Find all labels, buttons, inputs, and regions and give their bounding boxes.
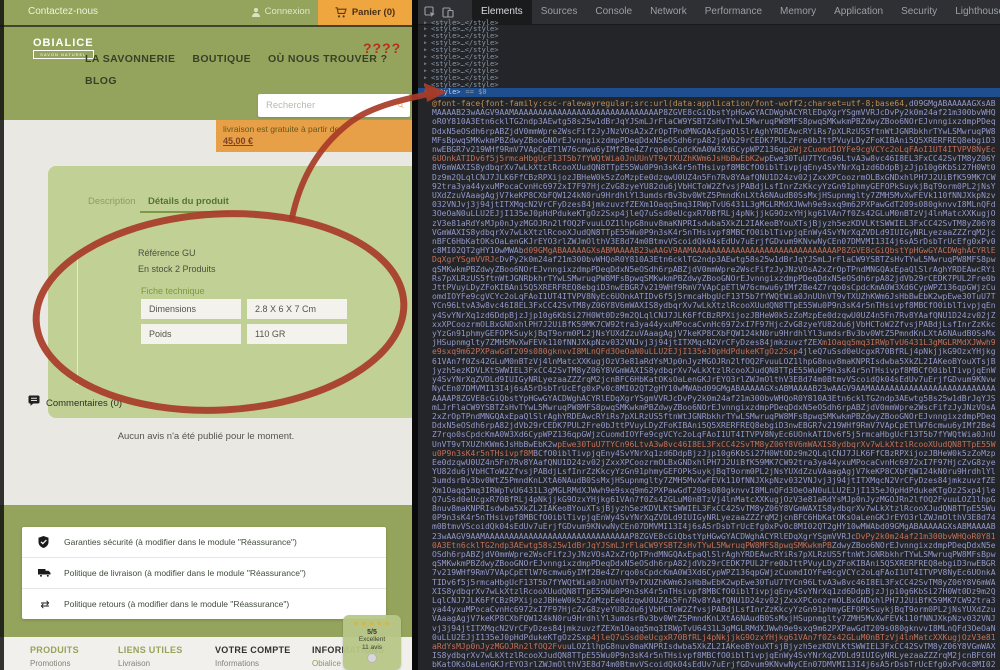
- login-label: Connexion: [264, 6, 310, 17]
- free-shipping-banner: livraison est gratuite à partir de 45,00…: [216, 120, 412, 152]
- footer-heading: LIENS UTILES: [118, 645, 183, 655]
- card-divider: [77, 255, 78, 385]
- search-box: [258, 94, 410, 117]
- shield-check-icon: [38, 536, 52, 548]
- footer-heading: VOTRE COMPTE: [215, 645, 291, 655]
- reassurance-label: Politique de livraison (à modifier dans …: [64, 568, 306, 578]
- datasheet-value: 110 GR: [247, 324, 347, 344]
- datasheet-title: Fiche technique: [141, 286, 205, 296]
- contact-link[interactable]: Contactez-nous: [28, 6, 98, 17]
- annotation-question-marks: ????: [363, 40, 402, 56]
- footer-link[interactable]: Informations: [215, 659, 291, 668]
- nav-item-blog[interactable]: BLOG: [85, 75, 117, 87]
- datasheet-label: Poids: [141, 324, 241, 344]
- banner-amount[interactable]: 45,00 €: [223, 136, 412, 146]
- footer-col-compte: VOTRE COMPTE Informations: [215, 645, 291, 668]
- dom-style-row[interactable]: ▶ <style>…</style>: [418, 67, 1000, 75]
- review-source-logo: [367, 653, 377, 663]
- search-icon[interactable]: [398, 99, 404, 112]
- star-rating-icon: ★★★★★: [352, 619, 392, 628]
- datasheet-value: 2.8 X 6 X 7 Cm: [247, 299, 347, 319]
- base64-blob: d09GMgABAAAAAGXsABMAAAAB23wAAGV9AAMAAAAA…: [432, 99, 996, 670]
- footer-link[interactable]: Livraison: [118, 659, 183, 668]
- truck-icon: [38, 568, 52, 578]
- return-arrows-icon: ⇄: [40, 598, 50, 611]
- dom-style-row[interactable]: ▶ <style>…</style>: [418, 81, 1000, 89]
- cart-icon: [335, 7, 347, 18]
- no-reviews-message: Aucun avis n'a été publié pour le moment…: [117, 431, 295, 442]
- tab-description[interactable]: Description: [88, 196, 136, 207]
- expand-arrow-icon[interactable]: ▼: [424, 88, 431, 97]
- dom-style-row[interactable]: ▶ <style>…</style>: [418, 47, 1000, 54]
- dollar-zero-marker: == $0: [465, 88, 487, 97]
- product-stock: En stock 2 Produits: [138, 264, 216, 274]
- footer-link[interactable]: Promotions: [30, 659, 79, 668]
- user-icon: [251, 7, 260, 17]
- reassurance-label: Garanties sécurité (à modifier dans le m…: [64, 537, 297, 547]
- footer-heading: PRODUITS: [30, 645, 79, 655]
- datasheet-label: Dimensions: [141, 299, 241, 319]
- banner-text: livraison est gratuite à partir de: [223, 124, 340, 134]
- dom-style-row[interactable]: ▶ <style>…</style>: [418, 60, 1000, 68]
- reviews-rating-widget[interactable]: ★★★★★ 5/5 Excellent 11 avis: [343, 615, 401, 670]
- login-link[interactable]: Connexion: [251, 6, 310, 17]
- reassurance-label: Politique retours (à modifier dans le mo…: [64, 599, 290, 609]
- active-tab-underline: [140, 211, 230, 213]
- tab-product-details[interactable]: Détails du produit: [148, 196, 229, 207]
- site-topbar: Contactez-nous Connexion Panier (0): [0, 0, 412, 27]
- main-nav: LA SAVONNERIE BOUTIQUE OÙ NOUS TROUVER ?: [85, 53, 387, 65]
- dom-tree: ▶ <style>…</style> ▶ <style>…</style> ▶ <styl…: [418, 19, 1000, 98]
- dom-collapsed-rows: ▶ <style>…</style> ▶ <style>…</style> ▶ <styl…: [418, 19, 1000, 89]
- search-input[interactable]: [258, 100, 398, 111]
- reassurance-row: ⇄ Politique retours (à modifier dans le …: [22, 589, 386, 619]
- dom-style-row[interactable]: ▶ <style>…</style>: [418, 53, 1000, 61]
- fontface-css-prefix: @font-face{font-family:csc-ralewayregula…: [432, 99, 909, 108]
- dom-style-row[interactable]: ▶ <style>…</style>: [418, 74, 1000, 82]
- screenshot-root: Contactez-nous Connexion Panier (0) OBIA…: [0, 0, 1000, 670]
- cart-button[interactable]: Panier (0): [318, 0, 412, 25]
- dom-style-row[interactable]: ▶ <style>…</style>: [418, 19, 1000, 27]
- rating-count: 11 avis: [361, 644, 383, 651]
- comments-label[interactable]: Commentaires (0): [46, 398, 122, 409]
- rating-score: 5/5: [367, 629, 377, 636]
- devtools-panel: Elements Sources Console Network Perform…: [418, 0, 1000, 670]
- product-reference: Référence GU: [138, 248, 196, 258]
- datasheet-table: Dimensions 2.8 X 6 X 7 Cm Poids 110 GR: [141, 299, 347, 344]
- reassurance-card: Garanties sécurité (à modifier dans le m…: [22, 527, 386, 619]
- footer-col-produits: PRODUITS Promotions: [30, 645, 79, 668]
- style-content[interactable]: @font-face{font-family:csc-ralewayregula…: [432, 99, 998, 670]
- reassurance-row: Politique de livraison (à modifier dans …: [22, 558, 386, 589]
- rating-label: Excellent: [358, 636, 386, 643]
- comments-icon: [28, 395, 40, 406]
- dom-style-row[interactable]: ▶ <style>…</style>: [418, 26, 1000, 33]
- reassurance-row: Garanties sécurité (à modifier dans le m…: [22, 527, 386, 558]
- nav-item-boutique[interactable]: BOUTIQUE: [192, 53, 251, 65]
- main-nav-row2: BLOG: [85, 71, 117, 89]
- window-left-edge: [0, 0, 4, 670]
- footer-col-liens: LIENS UTILES Livraison: [118, 645, 183, 668]
- selected-node-tag: <style>: [431, 88, 461, 97]
- product-details-card: Description Détails du produit Référence…: [48, 166, 412, 418]
- nav-item-savonnerie[interactable]: LA SAVONNERIE: [85, 53, 175, 65]
- dom-style-row[interactable]: ▶ <style>…</style>: [418, 33, 1000, 40]
- browser-page: Contactez-nous Connexion Panier (0) OBIA…: [0, 0, 412, 670]
- logo-text: OBIALICE: [33, 37, 94, 49]
- cart-label: Panier (0): [351, 7, 396, 18]
- dom-style-row[interactable]: ▶ <style>…</style>: [418, 40, 1000, 47]
- dom-style-row-selected[interactable]: ▼ <style> == $0: [418, 88, 1000, 98]
